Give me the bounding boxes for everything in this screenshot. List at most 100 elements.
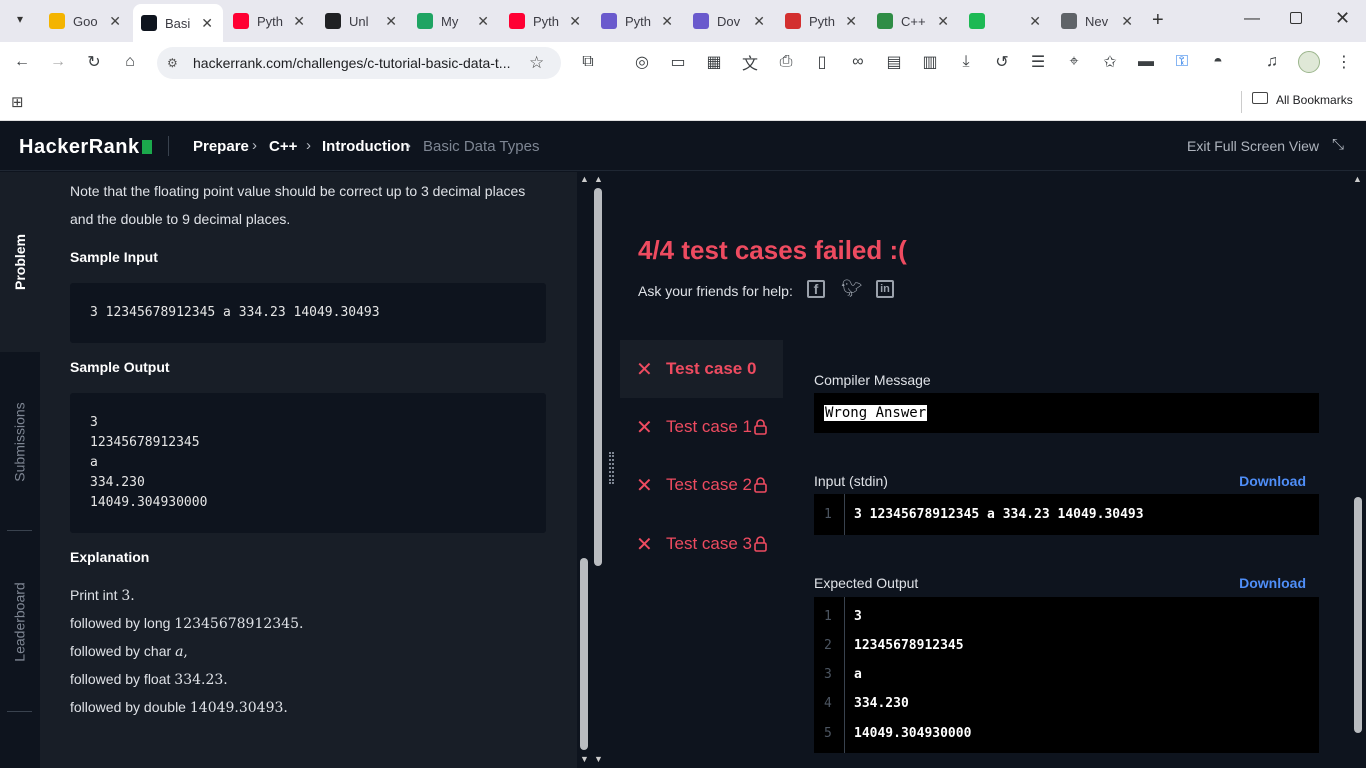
close-tab-icon[interactable]: ✕	[293, 13, 305, 30]
expected-line: a	[854, 667, 862, 682]
close-tab-icon[interactable]: ✕	[845, 13, 857, 30]
cast-icon[interactable]: ▭	[668, 52, 688, 72]
bookmarks-divider	[1241, 91, 1242, 113]
qr-code-icon[interactable]: ▦	[704, 52, 724, 72]
close-window-button[interactable]: ✕	[1335, 8, 1350, 29]
minimize-button[interactable]: —	[1244, 10, 1260, 28]
result-scrollbar[interactable]: ▲	[1350, 172, 1366, 768]
address-bar[interactable]: ⚙ hackerrank.com/challenges/c-tutorial-b…	[157, 47, 561, 79]
tab-leaderboard[interactable]: Leaderboard	[0, 567, 40, 677]
pane-splitter[interactable]	[605, 172, 618, 768]
download-expected-link[interactable]: Download	[1239, 575, 1306, 591]
compiler-message-text: Wrong Answer	[824, 405, 928, 421]
linkedin-icon[interactable]: in	[876, 280, 894, 298]
hackerrank-logo[interactable]: HackerRank	[19, 136, 152, 159]
browser-tab[interactable]: Dov ✕	[685, 6, 775, 36]
close-tab-icon[interactable]: ✕	[201, 15, 213, 32]
link-icon[interactable]: ∞	[848, 52, 868, 72]
reading-list-icon[interactable]: ☰	[1028, 52, 1048, 72]
print-icon[interactable]: ⎙	[776, 52, 796, 72]
close-tab-icon[interactable]: ✕	[661, 13, 673, 30]
browser-tab[interactable]: Basi ✕	[133, 4, 223, 42]
close-tab-icon[interactable]: ✕	[1121, 13, 1133, 30]
google-docs-icon	[49, 13, 65, 29]
browser-tab[interactable]: Pyth ✕	[777, 6, 867, 36]
collapse-icon[interactable]: ⤡	[1332, 136, 1344, 153]
devices-icon[interactable]: ▯	[812, 52, 832, 72]
new-tab-button[interactable]: +	[1152, 9, 1164, 32]
note-text: and the double to 9 decimal places.	[70, 211, 291, 227]
scroll-up-arrow-icon[interactable]: ▲	[594, 174, 603, 184]
close-tab-icon[interactable]: ✕	[753, 13, 765, 30]
scrollbar-thumb[interactable]	[580, 558, 588, 750]
result-title: 4/4 test cases failed :(	[638, 235, 907, 265]
browser-tab[interactable]: Pyth ✕	[225, 6, 315, 36]
bookmark-star-icon[interactable]: ☆	[529, 53, 544, 73]
tab-search-button[interactable]: ▾	[10, 12, 30, 30]
history-icon[interactable]: ↺	[992, 52, 1012, 72]
facebook-icon[interactable]: f	[807, 280, 825, 298]
all-bookmarks-link[interactable]: All Bookmarks	[1276, 93, 1353, 107]
reload-icon[interactable]: ↻	[84, 52, 104, 72]
reading-mode-icon[interactable]: ▤	[884, 52, 904, 72]
close-tab-icon[interactable]: ✕	[569, 13, 581, 30]
media-control-icon[interactable]: ♫	[1262, 52, 1282, 72]
sample-input-text: 3 12345678912345 a 334.23 14049.30493	[90, 305, 380, 320]
scroll-up-arrow-icon[interactable]: ▲	[580, 174, 589, 184]
site-info-icon[interactable]: ⚙	[167, 56, 178, 70]
breadcrumb-chevron-icon: ›	[306, 137, 311, 154]
exit-fullscreen-link[interactable]: Exit Full Screen View	[1187, 138, 1319, 154]
breadcrumb-chevron-icon: ›	[406, 137, 411, 154]
trash-icon[interactable]: ▥	[920, 52, 940, 72]
problem-scrollbar[interactable]: ▲ ▼ ▲ ▼	[577, 172, 605, 768]
restore-button[interactable]	[1290, 12, 1302, 24]
fail-x-icon: ✕	[636, 533, 653, 556]
translate-icon[interactable]: 文	[740, 52, 760, 73]
test-case-0[interactable]: ✕ Test case 0	[620, 340, 783, 398]
download-icon[interactable]: ⤓	[956, 52, 976, 72]
browser-tab[interactable]: Pyth ✕	[501, 6, 591, 36]
tab-submissions[interactable]: Submissions	[0, 387, 40, 497]
location-icon[interactable]: ⌖	[1064, 52, 1084, 72]
back-icon[interactable]: ←	[12, 52, 32, 72]
payment-icon[interactable]: ▬	[1136, 52, 1156, 72]
browser-tab[interactable]: Unl ✕	[317, 6, 407, 36]
close-tab-icon[interactable]: ✕	[937, 13, 949, 30]
forward-icon[interactable]: →	[48, 52, 68, 72]
test-case-2[interactable]: ✕ Test case 2	[620, 456, 783, 514]
browser-tab[interactable]: My ✕	[409, 6, 499, 36]
scroll-up-arrow-icon[interactable]: ▲	[1353, 174, 1362, 184]
apps-grid-icon[interactable]: ⊞	[11, 93, 24, 111]
tab-problem[interactable]: Problem	[0, 172, 40, 352]
expected-line: 14049.304930000	[854, 726, 972, 741]
password-key-icon[interactable]: ⚿	[1172, 52, 1192, 72]
breadcrumb-prepare[interactable]: Prepare	[193, 138, 249, 155]
scrollbar-thumb[interactable]	[594, 188, 602, 566]
twitter-icon[interactable]: 🐦︎	[841, 279, 863, 299]
browser-tab[interactable]: Nev ✕	[1053, 6, 1143, 36]
home-icon[interactable]: ⌂	[120, 52, 140, 72]
close-tab-icon[interactable]: ✕	[109, 13, 121, 30]
browser-tab[interactable]: ✕	[961, 6, 1051, 36]
profile-avatar[interactable]	[1298, 51, 1320, 73]
scrollbar-thumb[interactable]	[1354, 497, 1362, 733]
menu-icon[interactable]: ⋮	[1334, 52, 1354, 72]
incognito-icon[interactable]: ◓	[1208, 52, 1228, 72]
favorites-icon[interactable]: ✩	[1100, 52, 1120, 72]
browser-tab[interactable]: Pyth ✕	[593, 6, 683, 36]
splitter-grip-icon[interactable]	[609, 452, 614, 484]
close-tab-icon[interactable]: ✕	[1029, 13, 1041, 30]
scroll-down-arrow-icon[interactable]: ▼	[580, 754, 589, 764]
download-input-link[interactable]: Download	[1239, 473, 1306, 489]
breadcrumb-introduction[interactable]: Introduction	[322, 138, 409, 155]
browser-tab[interactable]: C++ ✕	[869, 6, 959, 36]
extensions-icon[interactable]: ⧉	[578, 52, 598, 72]
scroll-down-arrow-icon[interactable]: ▼	[594, 754, 603, 764]
close-tab-icon[interactable]: ✕	[385, 13, 397, 30]
test-case-1[interactable]: ✕ Test case 1	[620, 398, 783, 456]
close-tab-icon[interactable]: ✕	[477, 13, 489, 30]
screenshot-icon[interactable]: ◎	[632, 52, 652, 72]
breadcrumb-cpp[interactable]: C++	[269, 138, 297, 155]
test-case-3[interactable]: ✕ Test case 3	[620, 515, 783, 573]
browser-tab[interactable]: Goo ✕	[41, 6, 131, 36]
